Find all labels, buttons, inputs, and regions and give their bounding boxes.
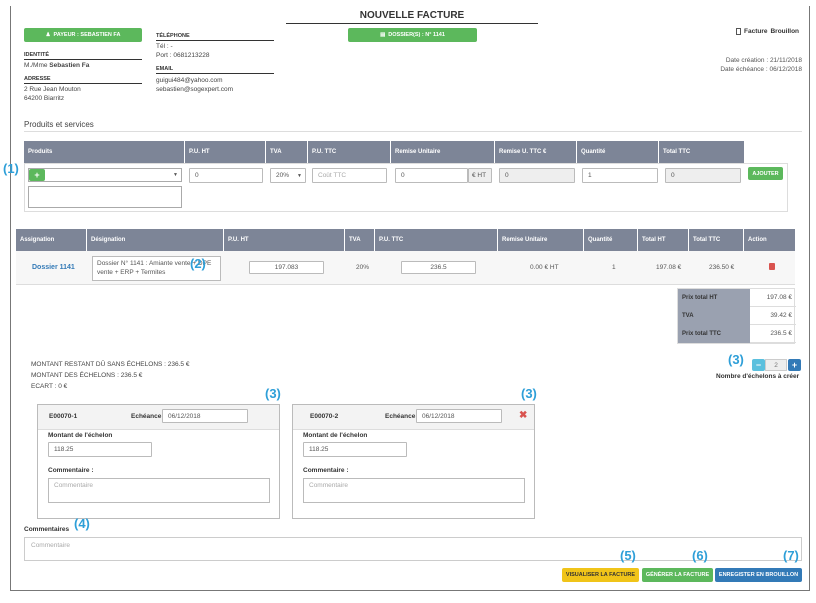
- annotation-2: (2): [190, 256, 206, 271]
- echelons-count[interactable]: 2: [765, 359, 787, 371]
- line-total-ht: 197.08 €: [656, 264, 682, 271]
- identite-label: IDENTITÉ: [24, 52, 142, 60]
- echelon-code: E00070-1: [49, 413, 78, 420]
- trash-icon[interactable]: [769, 263, 775, 270]
- line-pu-ht-input[interactable]: 197.083: [249, 261, 324, 274]
- emails: guigui484@yahoo.com sebastien@sogexpert.…: [156, 76, 233, 94]
- date-creation: Date création : 21/11/2018: [725, 57, 802, 64]
- montant-input[interactable]: 118.25: [48, 442, 152, 457]
- montant-label: Montant de l'échelon: [48, 432, 113, 439]
- commentaire-label: Commentaire :: [303, 467, 349, 474]
- divider: [24, 131, 802, 132]
- echeance-input[interactable]: 06/12/2018: [162, 409, 248, 423]
- enregistrer-button[interactable]: ENREGISTER EN BROUILLON: [715, 568, 802, 582]
- tva-select[interactable]: 20% ▼: [270, 168, 306, 183]
- lines-header: Assignation Désignation P.U. HT TVA P.U.…: [16, 229, 795, 251]
- quantite-input[interactable]: 1: [582, 168, 658, 183]
- plus-icon[interactable]: +: [29, 169, 45, 181]
- remise-ttc-input: 0: [499, 168, 575, 183]
- annotation-3a: (3): [728, 352, 744, 367]
- phones: Tél : - Port : 0681213228: [156, 43, 210, 59]
- prix-ht-label: Prix total HT: [678, 289, 750, 307]
- echelons-summary: MONTANT RESTANT DÛ SANS ÉCHELONS : 236.5…: [31, 359, 189, 392]
- commentaire-textarea[interactable]: Commentaire: [303, 478, 525, 503]
- file-icon: [736, 28, 741, 35]
- doc-type-label: Facture: [744, 28, 768, 35]
- commentaire-textarea[interactable]: Commentaire: [48, 478, 270, 503]
- annotation-3b: (3): [265, 386, 281, 401]
- identity-name: M./Mme Sebastien Fa: [24, 62, 90, 69]
- assignation-link[interactable]: Dossier 1141: [32, 264, 75, 271]
- echelon-card-1: E00070-1 Echéance 06/12/2018 Montant de …: [37, 404, 280, 519]
- prix-ht-value: 197.08 €: [750, 289, 796, 307]
- line-tva: 20%: [356, 264, 370, 271]
- products-title: Produits et services: [24, 120, 94, 129]
- minus-icon[interactable]: −: [752, 359, 765, 371]
- tva-value: 39.42 €: [750, 307, 796, 325]
- total-ttc-input: 0: [665, 168, 741, 183]
- prix-ttc-label: Prix total TTC: [678, 325, 750, 343]
- annotation-1: (1): [3, 161, 19, 176]
- montant-restant: MONTANT RESTANT DÛ SANS ÉCHELONS : 236.5…: [31, 361, 190, 368]
- ajouter-button[interactable]: AJOUTER: [748, 167, 783, 180]
- plus-icon[interactable]: +: [788, 359, 801, 371]
- prix-ttc-value: 236.5 €: [750, 325, 796, 343]
- line-remise: 0.00 € HT: [530, 264, 559, 271]
- chevron-down-icon: ▼: [297, 172, 302, 179]
- commentaires-textarea[interactable]: Commentaire: [24, 537, 802, 561]
- commentaire-label: Commentaire :: [48, 467, 94, 474]
- annotation-5: (5): [620, 548, 636, 563]
- email-link-2[interactable]: sebastien@sogexpert.com: [156, 85, 233, 94]
- user-icon: ♟: [45, 32, 51, 38]
- annotation-3c: (3): [521, 386, 537, 401]
- generer-button[interactable]: GÉNÉRER LA FACTURE: [642, 568, 713, 582]
- chevron-down-icon: ▼: [173, 172, 178, 178]
- montant-echelons: MONTANT DES ÉCHELONS : 236.5 €: [31, 372, 143, 379]
- payer-button[interactable]: ♟ PAYEUR : SEBASTIEN FA: [24, 28, 142, 42]
- tva-label: TVA: [678, 307, 750, 325]
- line-pu-ttc-input[interactable]: 236.5: [401, 261, 476, 274]
- doc-status: Facture Brouillon: [736, 28, 799, 35]
- echeance-label: Echéance: [385, 413, 416, 420]
- email-label: EMAIL: [156, 66, 274, 74]
- adresse-label: ADRESSE: [24, 76, 142, 84]
- echeance-input[interactable]: 06/12/2018: [416, 409, 502, 423]
- date-echeance: Date échéance : 06/12/2018: [720, 66, 802, 73]
- montant-label: Montant de l'échelon: [303, 432, 368, 439]
- commentaires-label: Commentaires: [24, 526, 70, 533]
- totals-box: Prix total HT 197.08 € TVA 39.42 € Prix …: [677, 288, 796, 344]
- annotation-4: (4): [74, 516, 90, 531]
- ecart: ECART : 0 €: [31, 383, 68, 390]
- pu-ttc-input[interactable]: Coût TTC: [312, 168, 387, 183]
- email-link-1[interactable]: guigui484@yahoo.com: [156, 76, 233, 85]
- annotation-7: (7): [783, 548, 799, 563]
- montant-input[interactable]: 118.25: [303, 442, 407, 457]
- echelon-code: E00070-2: [310, 413, 339, 420]
- address: 2 Rue Jean Mouton 64200 Biarritz: [24, 86, 81, 102]
- remise-unit-addon: € HT: [468, 168, 492, 183]
- line-total-ttc: 236.50 €: [709, 264, 735, 271]
- pu-ht-input[interactable]: 0: [189, 168, 263, 183]
- telephone-label: TÉLÉPHONE: [156, 33, 274, 41]
- echelons-count-label: Nombre d'échelons à créer: [716, 373, 800, 380]
- doc-state: Brouillon: [770, 28, 800, 35]
- line-quantite: 1: [612, 264, 616, 271]
- echelon-card-2: E00070-2 Echéance 06/12/2018 ✖ Montant d…: [292, 404, 535, 519]
- page-title: NOUVELLE FACTURE: [286, 10, 538, 24]
- close-icon[interactable]: ✖: [519, 410, 527, 421]
- remise-input[interactable]: 0: [395, 168, 468, 183]
- product-description-textarea[interactable]: [28, 186, 182, 208]
- echeance-label: Echéance: [131, 413, 162, 420]
- dates: Date création : 21/11/2018 Date échéance…: [720, 56, 802, 74]
- visualiser-button[interactable]: VISUALISER LA FACTURE: [562, 568, 639, 582]
- products-header: Produits P.U. HT TVA P.U. TTC Remise Uni…: [24, 141, 744, 163]
- folder-icon: ▤: [380, 32, 386, 38]
- dossier-button[interactable]: ▤ DOSSIER(S) : N° 1141: [348, 28, 477, 42]
- annotation-6: (6): [692, 548, 708, 563]
- product-select[interactable]: + ▼: [28, 168, 182, 182]
